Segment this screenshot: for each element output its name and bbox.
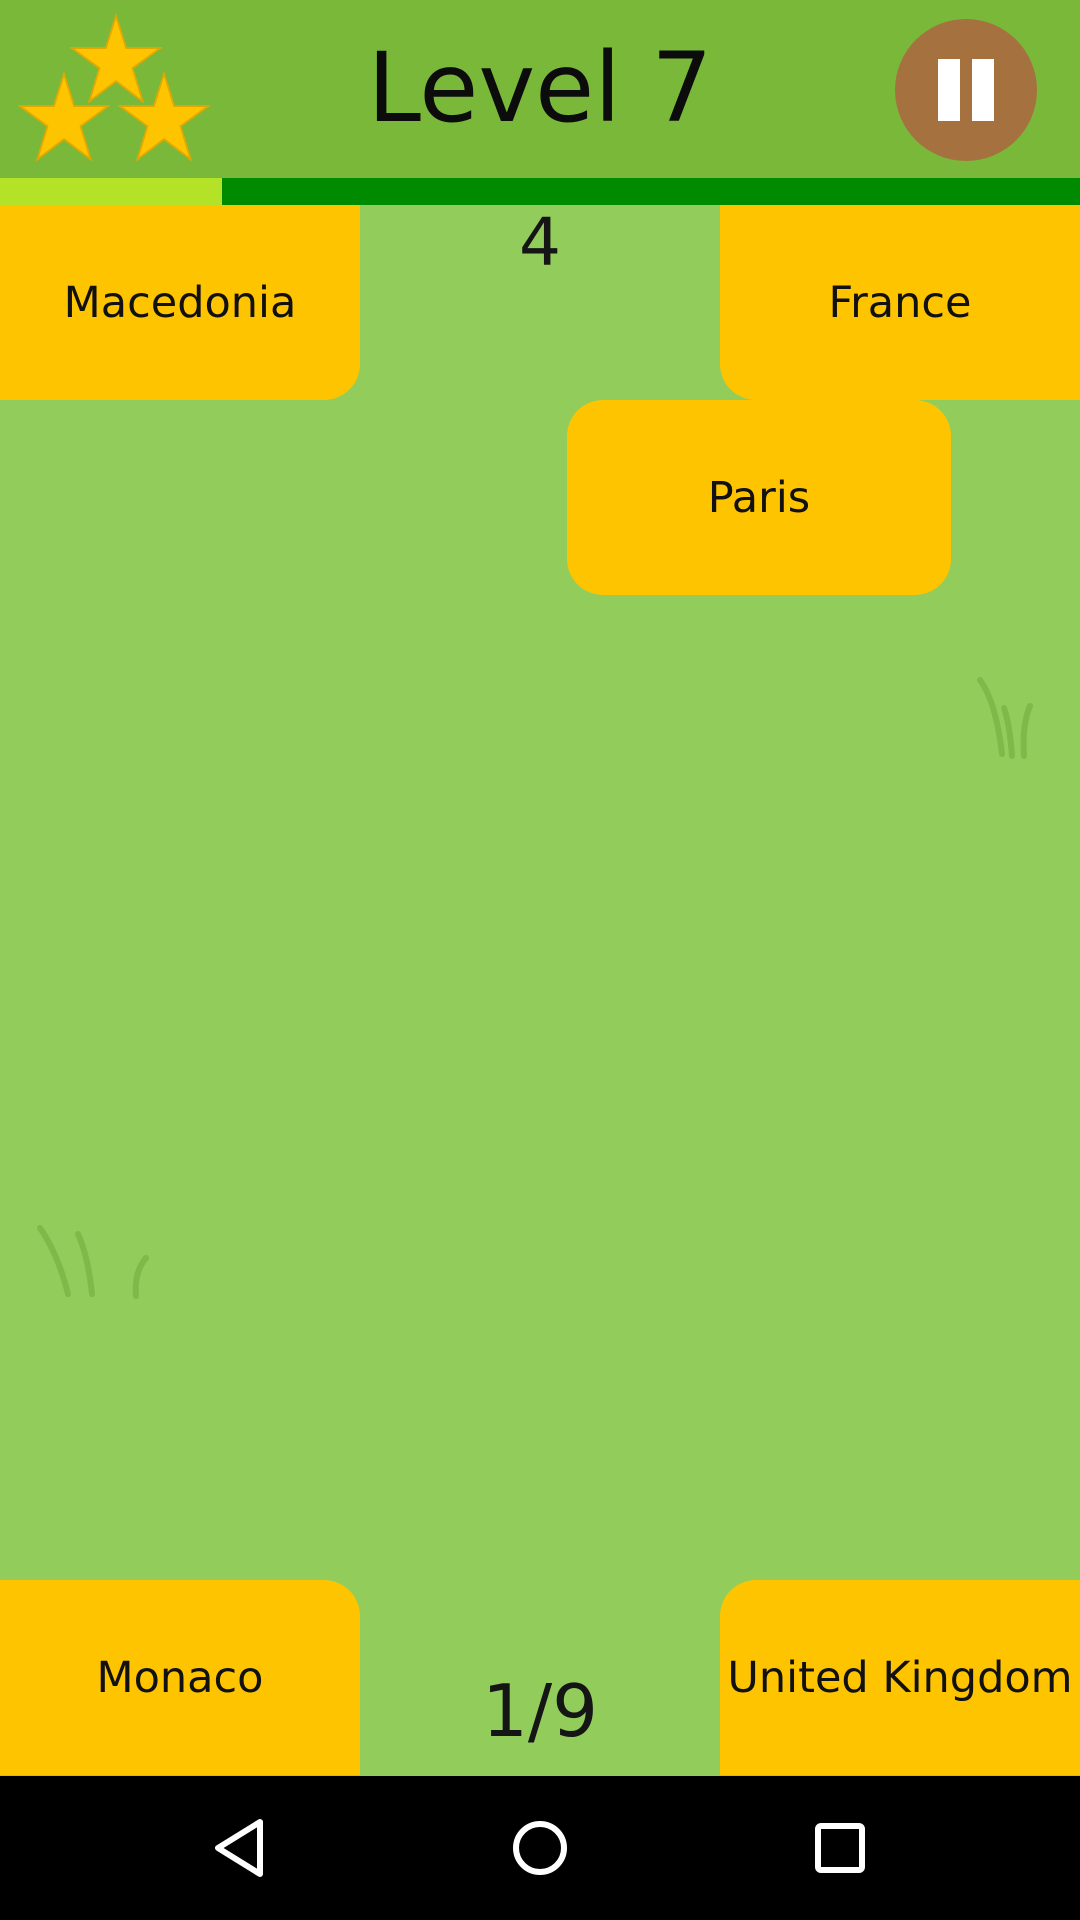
system-navigation-bar xyxy=(0,1776,1080,1920)
question-label: Paris xyxy=(707,472,811,523)
game-header: Level 7 xyxy=(0,0,1080,178)
countdown-timer: 4 xyxy=(519,204,561,281)
pause-icon xyxy=(938,59,960,121)
pause-button[interactable] xyxy=(895,19,1037,161)
answer-label: United Kingdom xyxy=(727,1652,1073,1703)
grass-decoration xyxy=(970,676,1040,760)
grass-decoration xyxy=(34,1224,154,1300)
answer-card-bottom-right[interactable]: United Kingdom xyxy=(720,1580,1080,1775)
back-triangle-icon[interactable] xyxy=(204,1812,276,1884)
home-circle-icon[interactable] xyxy=(504,1812,576,1884)
question-card[interactable]: Paris xyxy=(567,400,951,595)
recents-square-icon[interactable] xyxy=(804,1812,876,1884)
pause-icon-bar xyxy=(972,59,994,121)
